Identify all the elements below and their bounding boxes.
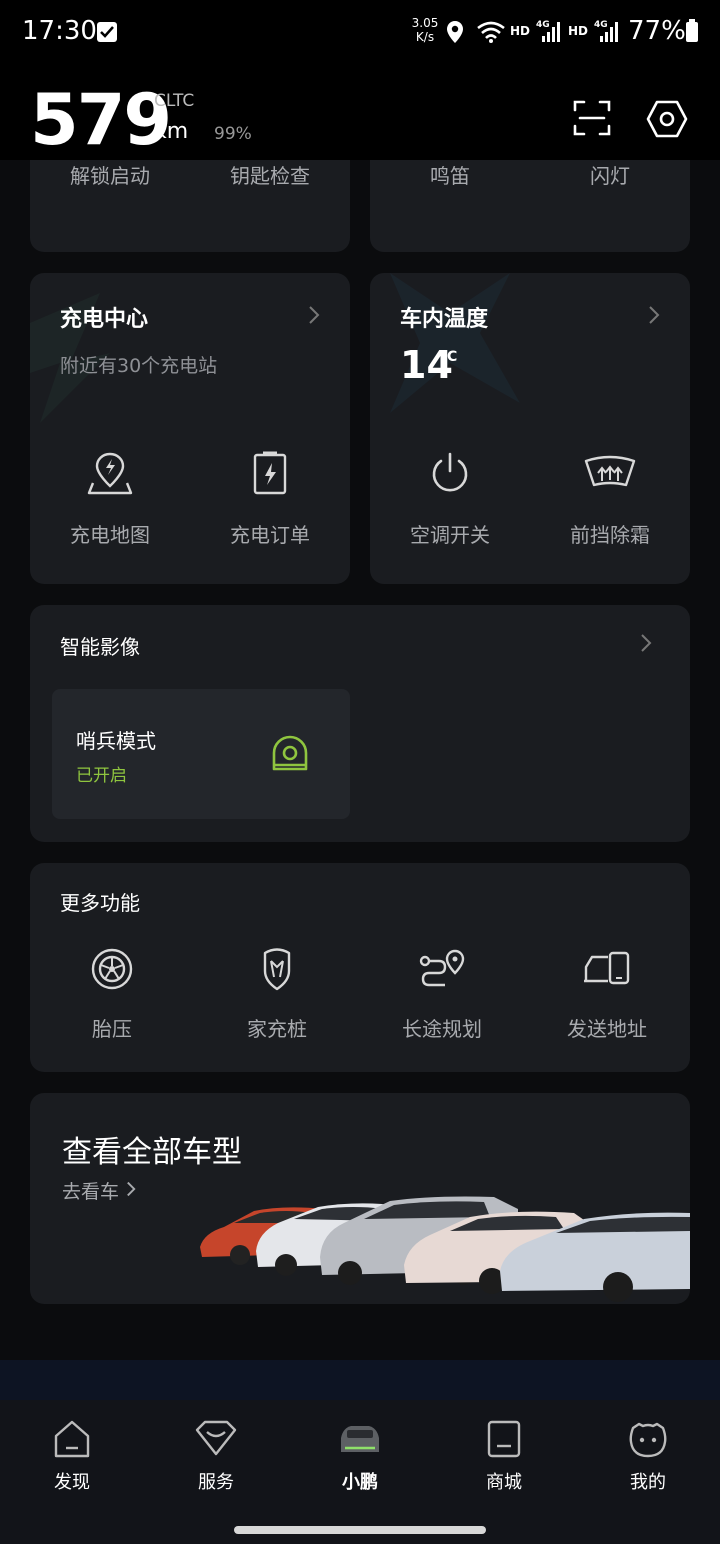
all-models-card[interactable]: 查看全部车型 去看车 [30, 1093, 690, 1304]
flash-lights-button[interactable]: 闪灯 [530, 160, 690, 189]
car-icon [341, 1426, 379, 1452]
more-features-card: 更多功能 胎压 家充桩 长途规划 发送地址 [30, 863, 690, 1072]
battery-level: 77% [628, 16, 686, 46]
long-trip-plan-label: 长途规划 [402, 1017, 482, 1041]
key-check-label: 钥匙检查 [230, 164, 310, 188]
tab-xpeng[interactable]: 小鹏 [310, 1418, 410, 1494]
signal-icon: 4G [536, 20, 560, 42]
charging-order-button[interactable]: 充电订单 [190, 451, 350, 548]
settings-button[interactable] [646, 98, 688, 140]
car-lineup-image [200, 1196, 690, 1302]
home-indicator[interactable] [234, 1526, 486, 1534]
charging-center-title: 充电中心 [60, 307, 149, 332]
send-address-button[interactable]: 发送地址 [527, 947, 687, 1042]
home-charger-label: 家充桩 [247, 1017, 307, 1041]
svg-text:4G: 4G [536, 20, 550, 30]
ac-power-label: 空调开关 [410, 523, 490, 547]
hd-indicator: HD [510, 24, 531, 38]
tire-pressure-button[interactable]: 胎压 [32, 947, 192, 1042]
profile-icon [629, 1422, 667, 1458]
vehicle-battery-percent: 99% [214, 124, 252, 144]
home-charger-icon [263, 948, 291, 991]
unlock-start-button[interactable]: 解锁启动 [30, 160, 190, 189]
service-icon [195, 1420, 237, 1456]
discover-icon [54, 1420, 90, 1458]
vehicle-quick-controls-right: 鸣笛 闪灯 [370, 160, 690, 252]
charging-map-label: 充电地图 [70, 523, 150, 547]
range-unit: km [154, 119, 189, 144]
charging-map-icon [87, 452, 133, 495]
charging-map-button[interactable]: 充电地图 [30, 451, 190, 548]
charging-center-card[interactable]: 充电中心 附近有30个充电站 充电地图 充电订单 [30, 273, 350, 584]
route-icon [419, 949, 465, 987]
cabin-temperature-card[interactable]: 车内温度 14 °C 空调开关 前挡除霜 [370, 273, 690, 584]
tab-discover-label: 发现 [54, 1472, 90, 1493]
range-value: 579 [30, 79, 172, 161]
status-bar: 17:30 3.05 K/s HD 4G HD 4G 77% [0, 0, 720, 64]
front-defrost-label: 前挡除霜 [570, 523, 650, 547]
front-defrost-button[interactable]: 前挡除霜 [530, 451, 690, 548]
hd-indicator-2: HD [568, 24, 589, 38]
wifi-icon [477, 21, 505, 43]
sentry-mode-title: 哨兵模式 [76, 729, 156, 753]
more-features-title: 更多功能 [60, 891, 140, 915]
sentry-mode-tile[interactable]: 哨兵模式 已开启 [52, 689, 350, 819]
key-check-button[interactable]: 钥匙检查 [190, 160, 350, 189]
tab-me[interactable]: 我的 [598, 1418, 698, 1494]
bottom-gradient-strip [0, 1360, 720, 1400]
bottom-tab-bar: 发现 服务 小鹏 商城 我的 [0, 1400, 720, 1544]
tab-shop[interactable]: 商城 [454, 1418, 554, 1494]
home-charger-button[interactable]: 家充桩 [197, 947, 357, 1042]
tab-shop-label: 商城 [486, 1472, 522, 1493]
charging-nearby-text: 附近有30个充电站 [60, 355, 218, 377]
location-icon [447, 21, 463, 43]
shop-icon [487, 1420, 521, 1458]
defrost-icon [584, 455, 636, 487]
charging-order-label: 充电订单 [230, 523, 310, 547]
chevron-right-icon [649, 306, 660, 324]
chevron-right-icon [127, 1181, 136, 1197]
long-trip-plan-button[interactable]: 长途规划 [362, 947, 522, 1042]
tab-me-label: 我的 [630, 1472, 666, 1493]
unlock-start-label: 解锁启动 [70, 164, 150, 188]
tab-discover[interactable]: 发现 [22, 1418, 122, 1494]
tab-service-label: 服务 [198, 1472, 234, 1493]
scan-button[interactable] [572, 98, 612, 138]
battery-icon [686, 19, 698, 42]
send-address-label: 发送地址 [567, 1017, 647, 1041]
smart-camera-title: 智能影像 [60, 635, 140, 659]
tab-service[interactable]: 服务 [166, 1418, 266, 1494]
cabin-temperature-title: 车内温度 [400, 307, 489, 332]
tab-xpeng-label: 小鹏 [342, 1472, 378, 1493]
sentry-camera-icon [272, 735, 308, 771]
main-content[interactable]: 解锁启动 钥匙检查 鸣笛 闪灯 充电中心 附近有30个充电站 充电地图 充电订单… [0, 160, 720, 1360]
checkbox-notification-icon [97, 22, 117, 42]
status-time: 17:30 [22, 16, 97, 46]
tire-pressure-label: 胎压 [92, 1017, 132, 1041]
vehicle-quick-controls-left: 解锁启动 钥匙检查 [30, 160, 350, 252]
power-icon [432, 452, 468, 492]
tire-icon [91, 948, 133, 990]
chevron-right-icon [641, 634, 652, 652]
horn-label: 鸣笛 [430, 164, 470, 188]
sentry-mode-status: 已开启 [76, 766, 127, 786]
send-to-car-icon [584, 951, 630, 985]
svg-text:4G: 4G [594, 20, 608, 30]
smart-camera-card[interactable]: 智能影像 哨兵模式 已开启 [30, 605, 690, 842]
ac-power-button[interactable]: 空调开关 [370, 451, 530, 548]
view-cars-link[interactable]: 去看车 [62, 1177, 119, 1204]
charging-order-icon [253, 451, 287, 495]
chevron-right-icon [309, 306, 320, 324]
vehicle-header: 579 CLTC km 99% [0, 64, 720, 160]
network-speed: 3.05 K/s [411, 16, 439, 44]
cabin-temperature-unit: °C [440, 349, 458, 365]
horn-button[interactable]: 鸣笛 [370, 160, 530, 189]
signal-icon-2: 4G [594, 20, 618, 42]
range-standard: CLTC [154, 91, 195, 111]
all-models-title: 查看全部车型 [62, 1135, 242, 1170]
flash-lights-label: 闪灯 [590, 164, 630, 188]
